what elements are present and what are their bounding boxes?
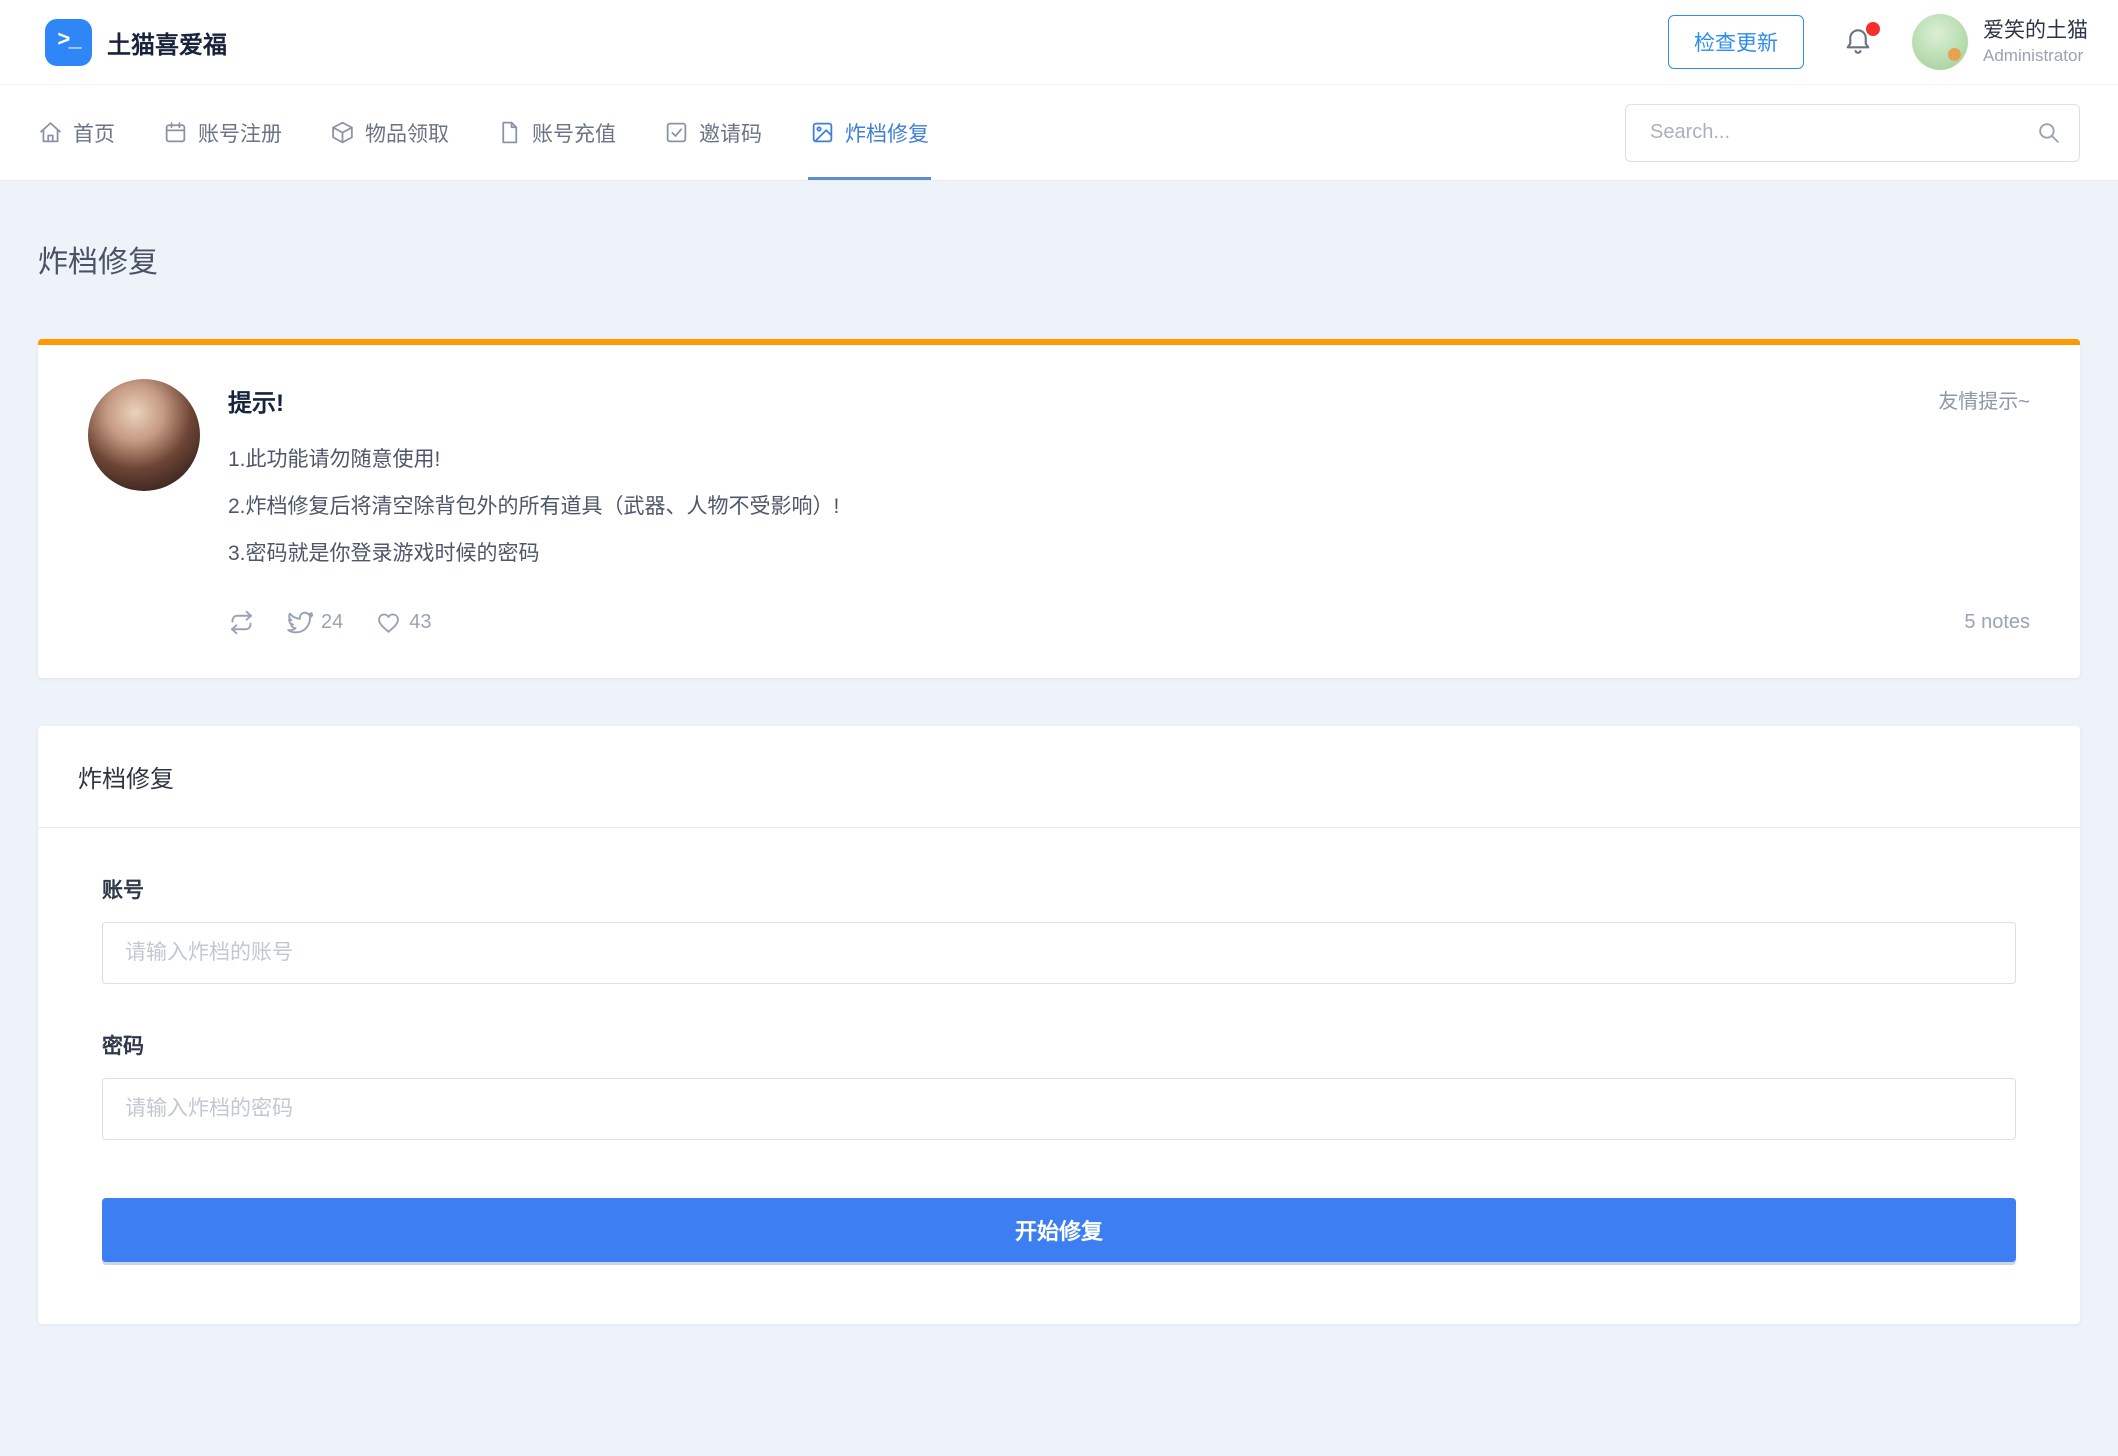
- search-icon[interactable]: [2036, 120, 2061, 145]
- notes-count: 5 notes: [1964, 611, 2030, 633]
- heart-icon: [378, 613, 400, 633]
- notice-line: 1.此功能请勿随意使用!: [228, 448, 441, 471]
- calendar-icon: [165, 122, 186, 143]
- like-button[interactable]: 43: [375, 609, 432, 636]
- reblog-icon: [230, 610, 253, 635]
- form-title: 炸档修复: [38, 726, 2080, 828]
- retweet-button[interactable]: 24: [287, 609, 343, 636]
- notice-text: 1.此功能请勿随意使用! 2.炸档修复后将清空除背包外的所有道具（武器、人物不受…: [228, 436, 2046, 577]
- retweet-count: 24: [321, 611, 344, 633]
- main-nav: 首页 账号注册 物品领取 账号充值 邀请码 炸档修复 Search...: [0, 85, 2118, 181]
- notice-title: 提示!: [228, 390, 284, 417]
- page-title: 炸档修复: [38, 246, 158, 279]
- home-icon: [40, 122, 61, 143]
- image-icon: [812, 122, 833, 143]
- notification-bell[interactable]: [1842, 22, 1880, 58]
- notice-line: 2.炸档修复后将清空除背包外的所有道具（武器、人物不受影响）!: [228, 495, 840, 518]
- user-role: Administrator: [1983, 45, 2084, 65]
- twitter-bird-icon: [287, 611, 314, 634]
- tab-file-repair[interactable]: 炸档修复: [808, 85, 931, 180]
- tab-home[interactable]: 首页: [38, 85, 115, 180]
- cube-icon: [332, 121, 353, 144]
- notice-tag: 友情提示~: [1938, 391, 2030, 413]
- account-input[interactable]: [102, 922, 2016, 984]
- header-actions: 检查更新 爱笑的土猫 Administrator: [1668, 14, 2088, 70]
- user-menu[interactable]: 爱笑的土猫 Administrator: [1912, 14, 2088, 70]
- checkbox-icon: [666, 122, 687, 143]
- social-actions: 24 43: [228, 609, 432, 636]
- tab-account-register[interactable]: 账号注册: [163, 85, 282, 180]
- user-avatar: [1912, 14, 1968, 70]
- tab-account-recharge[interactable]: 账号充值: [497, 85, 616, 180]
- start-repair-button[interactable]: 开始修复: [102, 1198, 2016, 1262]
- user-name: 爱笑的土猫: [1983, 19, 2088, 43]
- tab-label: 邀请码: [699, 122, 762, 146]
- account-label: 账号: [102, 879, 144, 902]
- reblog-button[interactable]: [228, 609, 255, 636]
- tab-label: 物品领取: [365, 122, 449, 146]
- password-field-group: 密码: [102, 1030, 2016, 1140]
- terminal-logo-icon: >_: [45, 18, 92, 66]
- app-header: >_ 土猫喜爱福 检查更新 爱笑的土猫 Administrator: [0, 0, 2118, 85]
- notice-line: 3.密码就是你登录游戏时候的密码: [228, 542, 540, 565]
- tab-label: 炸档修复: [845, 122, 929, 146]
- password-input[interactable]: [102, 1078, 2016, 1140]
- file-icon: [502, 121, 518, 144]
- tab-invite-code[interactable]: 邀请码: [664, 85, 762, 180]
- tab-item-claim[interactable]: 物品领取: [330, 85, 449, 180]
- account-field-group: 账号: [102, 874, 2016, 984]
- tab-label: 首页: [73, 122, 115, 146]
- tab-label: 账号注册: [198, 122, 282, 146]
- password-label: 密码: [102, 1035, 144, 1058]
- brand[interactable]: >_ 土猫喜爱福: [45, 18, 227, 66]
- search-box[interactable]: [1625, 103, 2080, 162]
- notice-card: 提示! 友情提示~ 1.此功能请勿随意使用! 2.炸档修复后将清空除背包外的所有…: [38, 339, 2080, 678]
- brand-name: 土猫喜爱福: [107, 31, 227, 59]
- nav-tabs: 首页 账号注册 物品领取 账号充值 邀请码 炸档修复: [38, 85, 931, 180]
- repair-form-card: 炸档修复 账号 密码 开始修复: [38, 726, 2080, 1324]
- like-count: 43: [409, 611, 432, 633]
- notification-dot: [1866, 22, 1880, 36]
- page-content: 炸档修复 提示! 友情提示~ 1.此功能请勿随意使用! 2.炸档修复后将清空除背…: [0, 181, 2118, 1456]
- check-update-button[interactable]: 检查更新: [1668, 15, 1804, 69]
- tab-label: 账号充值: [532, 122, 616, 146]
- search-input[interactable]: [1648, 120, 2036, 145]
- notice-author-avatar: [88, 379, 200, 491]
